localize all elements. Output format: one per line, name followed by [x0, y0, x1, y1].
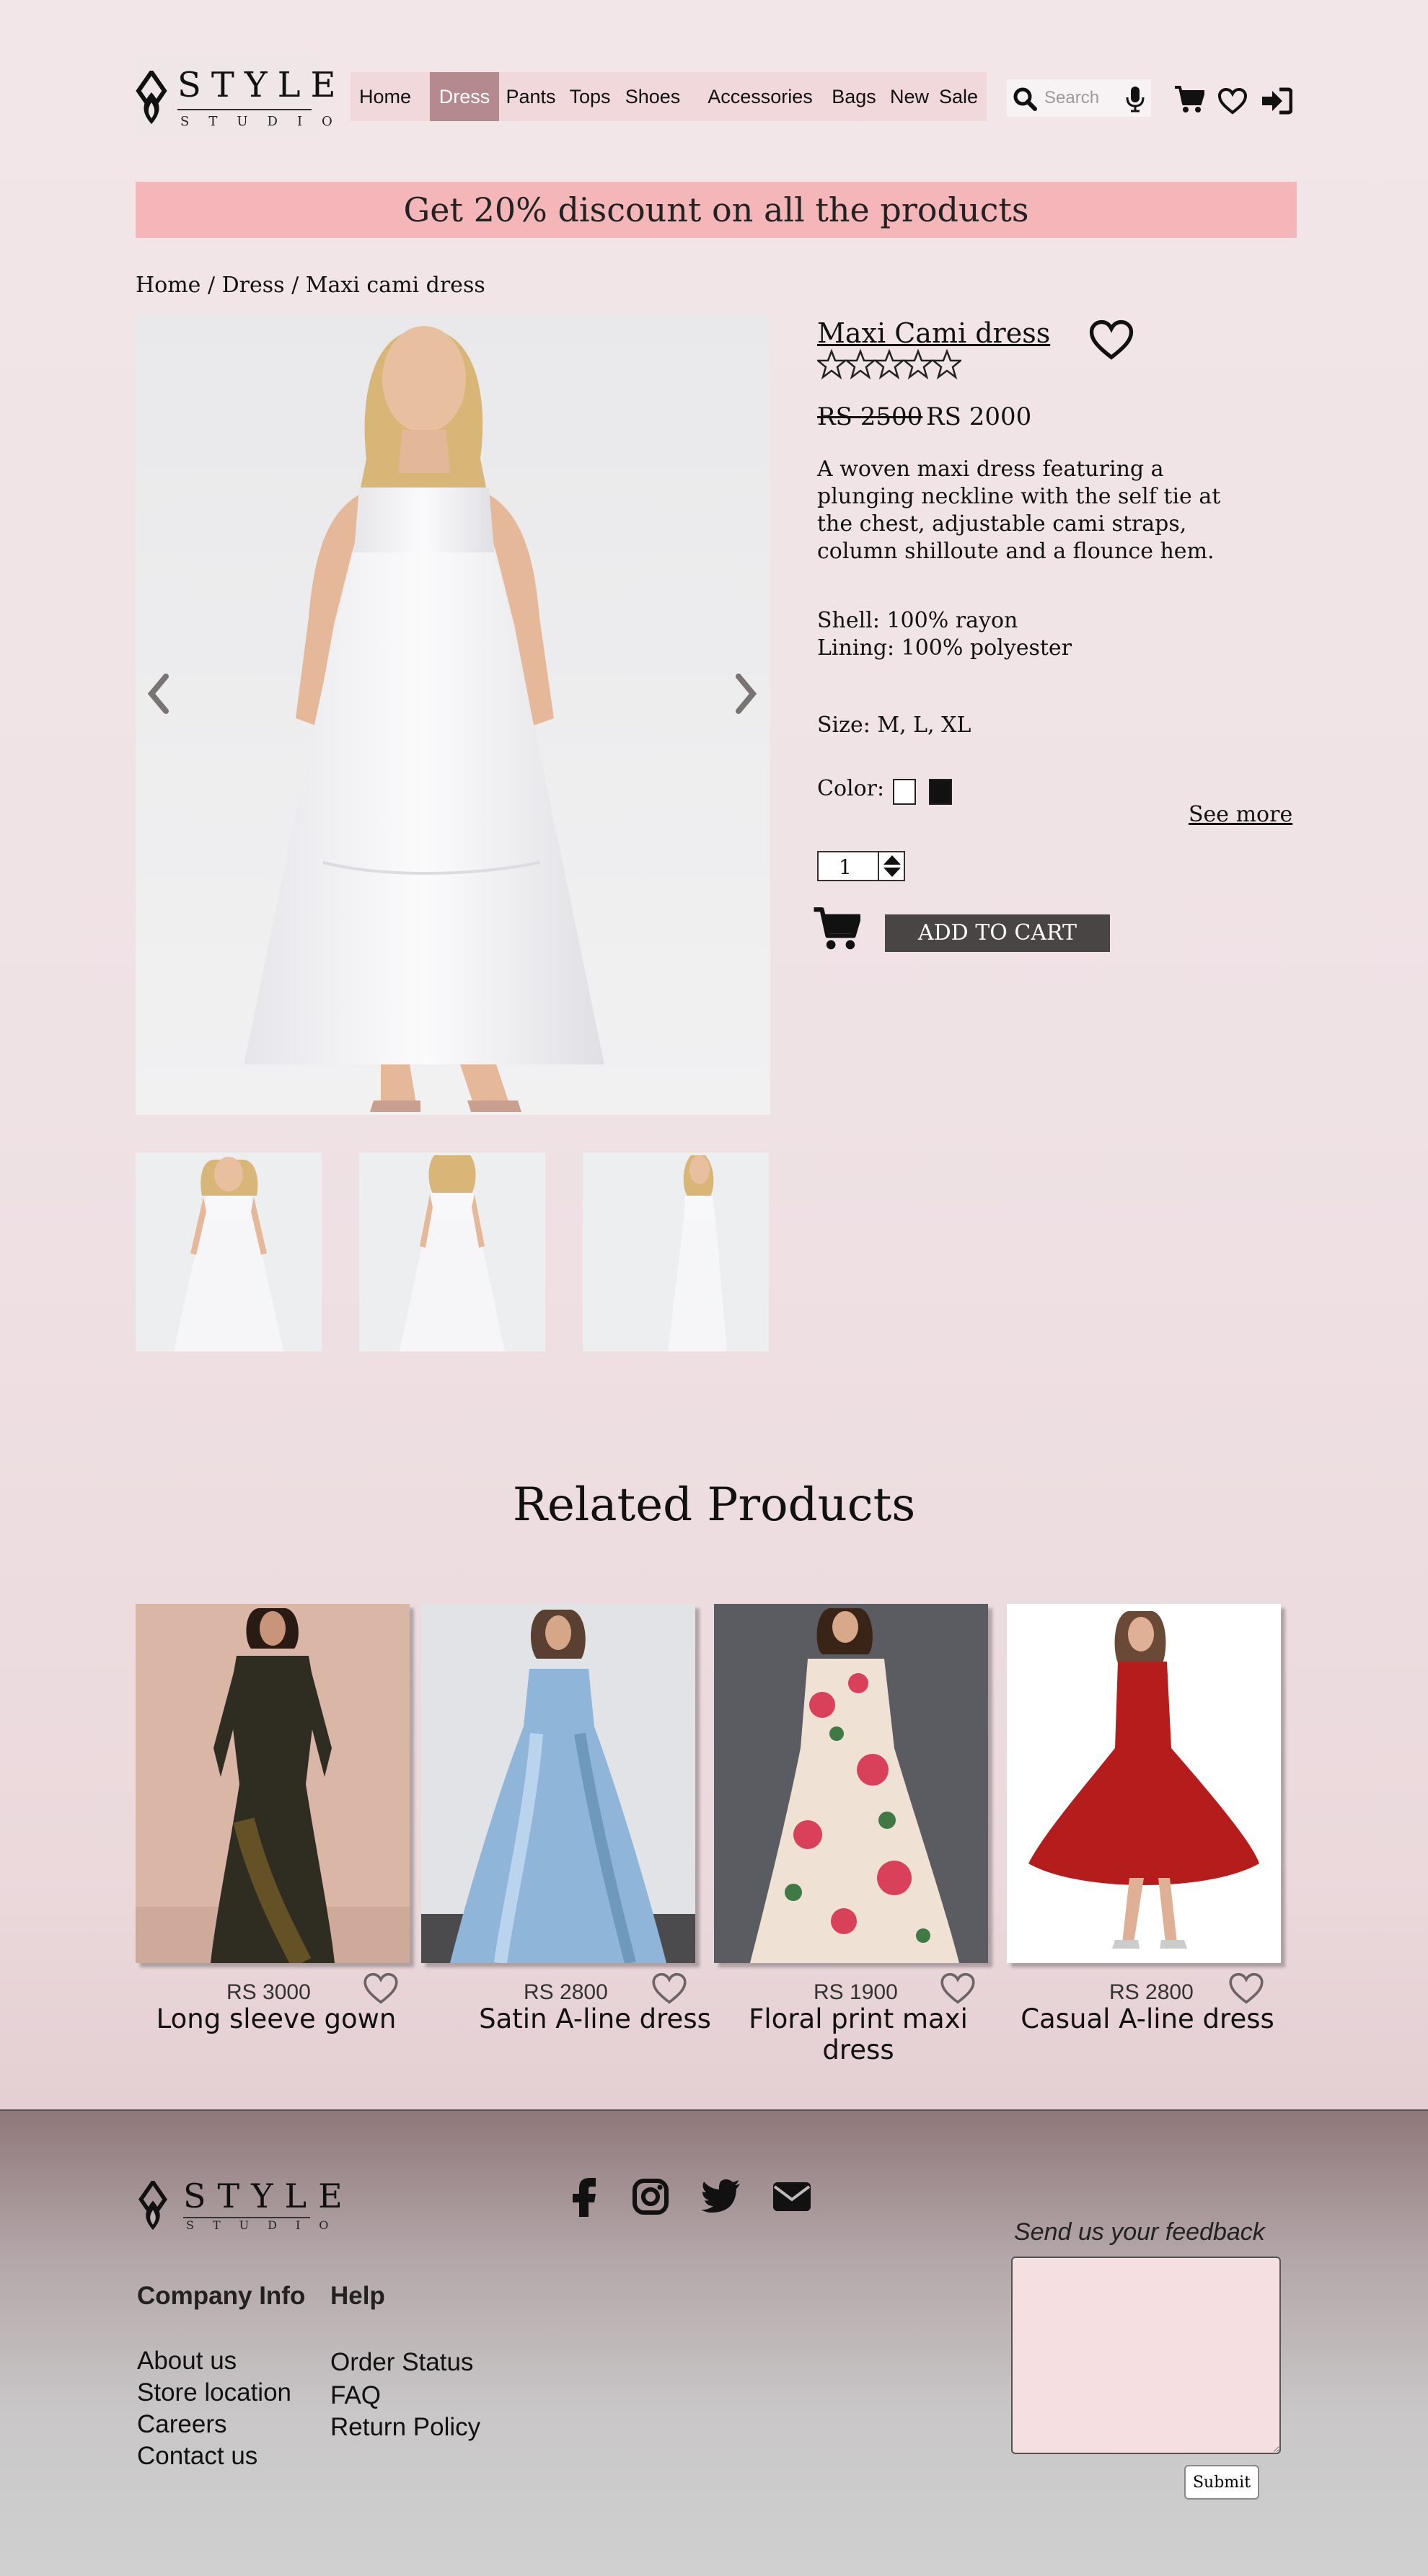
- sale-price: RS 2000: [926, 402, 1032, 431]
- product-photo: [136, 314, 770, 1115]
- site-logo[interactable]: STYLE STUDIO: [136, 55, 336, 138]
- logo-mark-icon: [138, 2181, 167, 2231]
- material-shell: Shell: 100% rayon: [817, 608, 1018, 633]
- material-lining: Lining: 100% polyester: [817, 635, 1072, 661]
- thumbnail-photo: [359, 1152, 545, 1351]
- promo-banner: Get 20% discount on all the products: [136, 182, 1297, 238]
- material-info: Shell: 100% rayon Lining: 100% polyester: [817, 607, 1072, 662]
- thumbnail-photo: [583, 1152, 769, 1351]
- wishlist-heart-icon[interactable]: [1088, 319, 1135, 361]
- product-photo: [714, 1604, 988, 1963]
- chevron-left-icon[interactable]: [147, 674, 170, 714]
- related-heart-icon[interactable]: [362, 1972, 400, 2005]
- footer-link-careers[interactable]: Careers: [137, 2410, 226, 2439]
- footer-link-about[interactable]: About us: [137, 2347, 237, 2376]
- related-card-image-2[interactable]: [421, 1604, 695, 1963]
- nav-item-shoes[interactable]: Shoes: [620, 72, 685, 121]
- product-description: A woven maxi dress featuring a plunging …: [817, 456, 1221, 564]
- related-products-title: Related Products: [512, 1478, 916, 1532]
- related-card-image-1[interactable]: [136, 1604, 410, 1963]
- footer-link-store-location[interactable]: Store location: [137, 2378, 291, 2407]
- nav-item-dress[interactable]: Dress: [430, 72, 499, 121]
- nav-item-new[interactable]: New: [886, 72, 933, 121]
- nav-item-sale[interactable]: Sale: [933, 72, 984, 121]
- footer-link-return-policy[interactable]: Return Policy: [330, 2413, 480, 2442]
- twitter-icon[interactable]: [701, 2179, 741, 2213]
- nav-item-bags[interactable]: Bags: [827, 72, 881, 121]
- related-heart-icon[interactable]: [939, 1972, 977, 2005]
- chevron-right-icon[interactable]: [734, 674, 757, 714]
- see-more-link[interactable]: See more: [1189, 802, 1292, 827]
- stepper-divider: [878, 852, 879, 880]
- nav-item-home[interactable]: Home: [351, 72, 420, 121]
- star-rating[interactable]: [815, 348, 964, 381]
- logo-mark-icon: [136, 71, 167, 124]
- brand-name: STYLE: [177, 65, 346, 105]
- add-to-cart-cart-icon[interactable]: [813, 906, 860, 952]
- main-nav: Home Dress Pants Tops Shoes Accessories …: [351, 72, 987, 121]
- footer-logo[interactable]: STYLE STUDIO: [137, 2176, 382, 2234]
- feedback-textarea[interactable]: [1011, 2257, 1281, 2454]
- product-thumbnail-back[interactable]: [359, 1152, 545, 1351]
- footer-company-heading: Company Info: [137, 2282, 306, 2310]
- footer-link-order-status[interactable]: Order Status: [330, 2348, 473, 2377]
- nav-item-tops[interactable]: Tops: [564, 72, 616, 121]
- related-price-3: RS 1900: [814, 1980, 898, 2004]
- nav-item-pants[interactable]: Pants: [501, 72, 561, 121]
- related-heart-icon[interactable]: [651, 1972, 688, 2005]
- product-thumbnail-side[interactable]: [583, 1152, 769, 1351]
- logo-divider: [177, 109, 312, 110]
- footer-link-contact[interactable]: Contact us: [137, 2442, 257, 2471]
- product-photo: [136, 1604, 410, 1963]
- product-main-image: [136, 314, 770, 1115]
- envelope-icon[interactable]: [772, 2181, 812, 2213]
- star-outline-icon: [815, 348, 964, 380]
- add-to-cart-button[interactable]: ADD TO CART: [885, 914, 1110, 952]
- brand-subtitle: STUDIO: [180, 114, 352, 129]
- related-price-1: RS 3000: [226, 1980, 311, 2004]
- thumbnail-photo: [136, 1152, 322, 1351]
- cart-icon[interactable]: [1174, 85, 1204, 114]
- search-input[interactable]: [1044, 87, 1116, 110]
- footer-help-heading: Help: [330, 2282, 385, 2310]
- sign-in-icon[interactable]: [1261, 87, 1292, 115]
- heart-icon[interactable]: [1217, 87, 1248, 115]
- related-name-2[interactable]: Satin A-line dress: [447, 2003, 743, 2034]
- color-swatch-black[interactable]: [929, 779, 952, 805]
- related-card-image-3[interactable]: [714, 1604, 988, 1963]
- product-photo: [421, 1604, 695, 1963]
- related-heart-icon[interactable]: [1228, 1972, 1265, 2005]
- color-label: Color:: [817, 776, 885, 801]
- instagram-icon[interactable]: [632, 2178, 669, 2215]
- related-price-4: RS 2800: [1109, 1980, 1194, 2004]
- quantity-stepper[interactable]: 1: [817, 851, 905, 881]
- original-price: RS 2500: [817, 402, 923, 431]
- footer-brand-name: STYLE: [183, 2176, 354, 2215]
- footer-brand-subtitle: STUDIO: [186, 2218, 348, 2232]
- nav-item-accessories[interactable]: Accessories: [695, 72, 825, 121]
- product-title: Maxi Cami dress: [817, 317, 1051, 349]
- feedback-label: Send us your feedback: [1014, 2218, 1265, 2246]
- size-info: Size: M, L, XL: [817, 713, 971, 738]
- related-name-1[interactable]: Long sleeve gown: [136, 2003, 417, 2034]
- search-icon[interactable]: [1013, 87, 1037, 111]
- related-price-2: RS 2800: [524, 1980, 608, 2004]
- microphone-icon[interactable]: [1125, 85, 1145, 113]
- color-swatch-white[interactable]: [893, 779, 916, 805]
- related-name-4[interactable]: Casual A-line dress: [1007, 2003, 1288, 2034]
- submit-button[interactable]: Submit: [1184, 2465, 1259, 2500]
- search-bar: [1007, 79, 1151, 117]
- product-photo: [1007, 1604, 1281, 1963]
- breadcrumb[interactable]: Home / Dress / Maxi cami dress: [136, 273, 485, 298]
- related-name-3[interactable]: Floral print maxi dress: [714, 2003, 1002, 2065]
- footer-link-faq[interactable]: FAQ: [330, 2381, 381, 2410]
- related-card-image-4[interactable]: [1007, 1604, 1281, 1963]
- quantity-value: 1: [839, 855, 852, 879]
- stepper-arrows-icon[interactable]: [882, 854, 902, 878]
- facebook-icon[interactable]: [568, 2175, 600, 2218]
- product-thumbnail-front[interactable]: [136, 1152, 322, 1351]
